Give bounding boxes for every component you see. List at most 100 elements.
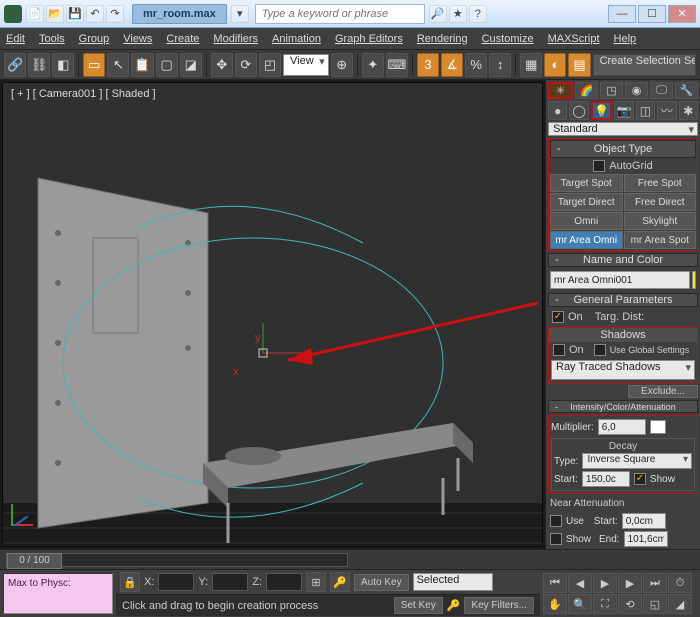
light-category-dropdown[interactable]: Standard — [548, 122, 698, 136]
tool-move-icon[interactable]: ✥ — [211, 53, 233, 77]
maximize-button[interactable]: ☐ — [638, 5, 666, 23]
goto-start-icon[interactable]: ⏮ — [543, 573, 567, 593]
nav-maximize-icon[interactable]: ◱ — [643, 594, 667, 614]
qat-open-icon[interactable]: 📂 — [46, 5, 64, 23]
object-type-rollout[interactable]: Object Type — [550, 140, 696, 158]
minimize-button[interactable]: — — [608, 5, 636, 23]
viewport-label[interactable]: [ + ] [ Camera001 ] [ Shaded ] — [11, 88, 156, 100]
tool-region-icon[interactable]: ▢ — [156, 53, 178, 77]
nav-zoom-icon[interactable]: 🔍 — [568, 594, 592, 614]
menu-tools[interactable]: Tools — [39, 33, 65, 45]
tool-select-icon[interactable]: ▭ — [83, 53, 105, 77]
abs-rel-icon[interactable]: ⊞ — [306, 572, 326, 592]
time-slider[interactable]: 0 / 100 — [0, 549, 700, 569]
menu-group[interactable]: Group — [79, 33, 110, 45]
help-icon[interactable]: ? — [469, 5, 487, 23]
systems-subtab-icon[interactable]: ✱ — [679, 101, 698, 120]
tool-pivot-icon[interactable]: ⊕ — [331, 53, 353, 77]
cameras-subtab-icon[interactable]: 📷 — [614, 101, 633, 120]
qat-redo-icon[interactable]: ↷ — [106, 5, 124, 23]
named-selection-input[interactable]: Create Selection Se — [593, 54, 696, 76]
favorites-icon[interactable]: ★ — [449, 5, 467, 23]
autokey-button[interactable]: Auto Key — [354, 574, 409, 591]
modify-tab-icon[interactable]: 🌈 — [575, 82, 598, 99]
menu-maxscript[interactable]: MAXScript — [548, 33, 600, 45]
menu-animation[interactable]: Animation — [272, 33, 321, 45]
tool-snap-icon[interactable]: 3 — [417, 53, 439, 77]
light-color-swatch[interactable] — [650, 420, 666, 434]
tool-percentsnap-icon[interactable]: % — [465, 53, 487, 77]
tool-spinnersnap-icon[interactable]: ↕ — [489, 53, 511, 77]
spacewarps-subtab-icon[interactable]: 〰 — [657, 101, 676, 120]
menu-help[interactable]: Help — [614, 33, 637, 45]
qat-dropdown-icon[interactable]: ▾ — [231, 5, 249, 23]
prev-frame-icon[interactable]: ◀ — [568, 573, 592, 593]
intensity-rollout[interactable]: Intensity/Color/Attenuation — [548, 400, 698, 413]
shapes-subtab-icon[interactable]: ◯ — [569, 101, 588, 120]
shadows-on-checkbox[interactable] — [553, 344, 565, 356]
tool-unlink-icon[interactable]: ⛓ — [28, 53, 50, 77]
object-name-input[interactable] — [550, 271, 690, 289]
menu-views[interactable]: Views — [123, 33, 152, 45]
goto-end-icon[interactable]: ⏭ — [643, 573, 667, 593]
tool-mirror-icon[interactable]: ◐ — [544, 53, 566, 77]
key-filters-button[interactable]: Key Filters... — [464, 597, 534, 614]
next-frame-icon[interactable]: ▶ — [618, 573, 642, 593]
menu-grapheditors[interactable]: Graph Editors — [335, 33, 403, 45]
tool-manip-icon[interactable]: ✦ — [362, 53, 384, 77]
omni-button[interactable]: Omni — [550, 212, 623, 230]
reference-coord-dropdown[interactable]: View — [283, 54, 329, 76]
viewport-canvas[interactable]: x y — [3, 83, 542, 546]
nav-fov-icon[interactable]: ◢ — [668, 594, 692, 614]
decay-start-spinner[interactable] — [582, 471, 630, 487]
helpers-subtab-icon[interactable]: ◫ — [636, 101, 655, 120]
near-use-checkbox[interactable] — [550, 515, 562, 527]
tool-scale-icon[interactable]: ◰ — [259, 53, 281, 77]
create-tab-icon[interactable]: ✳ — [548, 82, 573, 99]
mr-area-omni-button[interactable]: mr Area Omni — [550, 231, 623, 249]
qat-new-icon[interactable]: 📄 — [26, 5, 44, 23]
scene-filename-tab[interactable]: mr_room.max — [132, 4, 227, 24]
multiplier-spinner[interactable] — [598, 419, 646, 435]
qat-save-icon[interactable]: 💾 — [66, 5, 84, 23]
key-filter-dropdown[interactable]: Selected — [413, 573, 493, 591]
geometry-subtab-icon[interactable]: ● — [548, 101, 567, 120]
help-search-input[interactable] — [255, 4, 425, 24]
target-direct-button[interactable]: Target Direct — [550, 193, 623, 211]
target-spot-button[interactable]: Target Spot — [550, 174, 623, 192]
y-coord-input[interactable] — [212, 573, 248, 591]
decay-type-dropdown[interactable]: Inverse Square — [582, 453, 692, 469]
time-slider-thumb[interactable]: 0 / 100 — [7, 553, 62, 569]
key-mode-icon[interactable]: 🔑 — [330, 572, 350, 592]
tool-link-icon[interactable]: 🔗 — [4, 53, 26, 77]
shadow-type-dropdown[interactable]: Ray Traced Shadows — [551, 360, 695, 380]
tool-align-icon[interactable]: ▤ — [568, 53, 590, 77]
decay-show-checkbox[interactable] — [634, 473, 646, 485]
lock-selection-icon[interactable]: 🔒 — [120, 572, 140, 592]
free-direct-button[interactable]: Free Direct — [624, 193, 697, 211]
time-config-icon[interactable]: ⏱ — [668, 573, 692, 593]
tool-cursor-icon[interactable]: ↖ — [107, 53, 129, 77]
play-icon[interactable]: ▶ — [593, 573, 617, 593]
lights-subtab-icon[interactable]: 💡 — [591, 101, 612, 120]
setkey-button[interactable]: Set Key — [394, 597, 443, 614]
key-icon[interactable]: 🔑 — [447, 599, 461, 612]
near-end-spinner[interactable] — [624, 531, 668, 547]
light-on-checkbox[interactable] — [552, 311, 564, 323]
free-spot-button[interactable]: Free Spot — [624, 174, 697, 192]
x-coord-input[interactable] — [158, 573, 194, 591]
nav-orbit-icon[interactable]: ⟲ — [618, 594, 642, 614]
tool-keymode-icon[interactable]: ⌨ — [386, 53, 408, 77]
nav-pan-icon[interactable]: ✋ — [543, 594, 567, 614]
general-params-rollout[interactable]: General Parameters — [548, 293, 698, 307]
nav-zoomext-icon[interactable]: ⛶ — [593, 594, 617, 614]
tool-rotate-icon[interactable]: ⟳ — [235, 53, 257, 77]
near-start-spinner[interactable] — [622, 513, 666, 529]
menu-edit[interactable]: Edit — [6, 33, 25, 45]
hierarchy-tab-icon[interactable]: ◳ — [600, 82, 623, 99]
near-show-checkbox[interactable] — [550, 533, 562, 545]
menu-create[interactable]: Create — [166, 33, 199, 45]
use-global-checkbox[interactable] — [594, 344, 606, 356]
communication-center-icon[interactable]: 🔎 — [429, 5, 447, 23]
skylight-button[interactable]: Skylight — [624, 212, 697, 230]
